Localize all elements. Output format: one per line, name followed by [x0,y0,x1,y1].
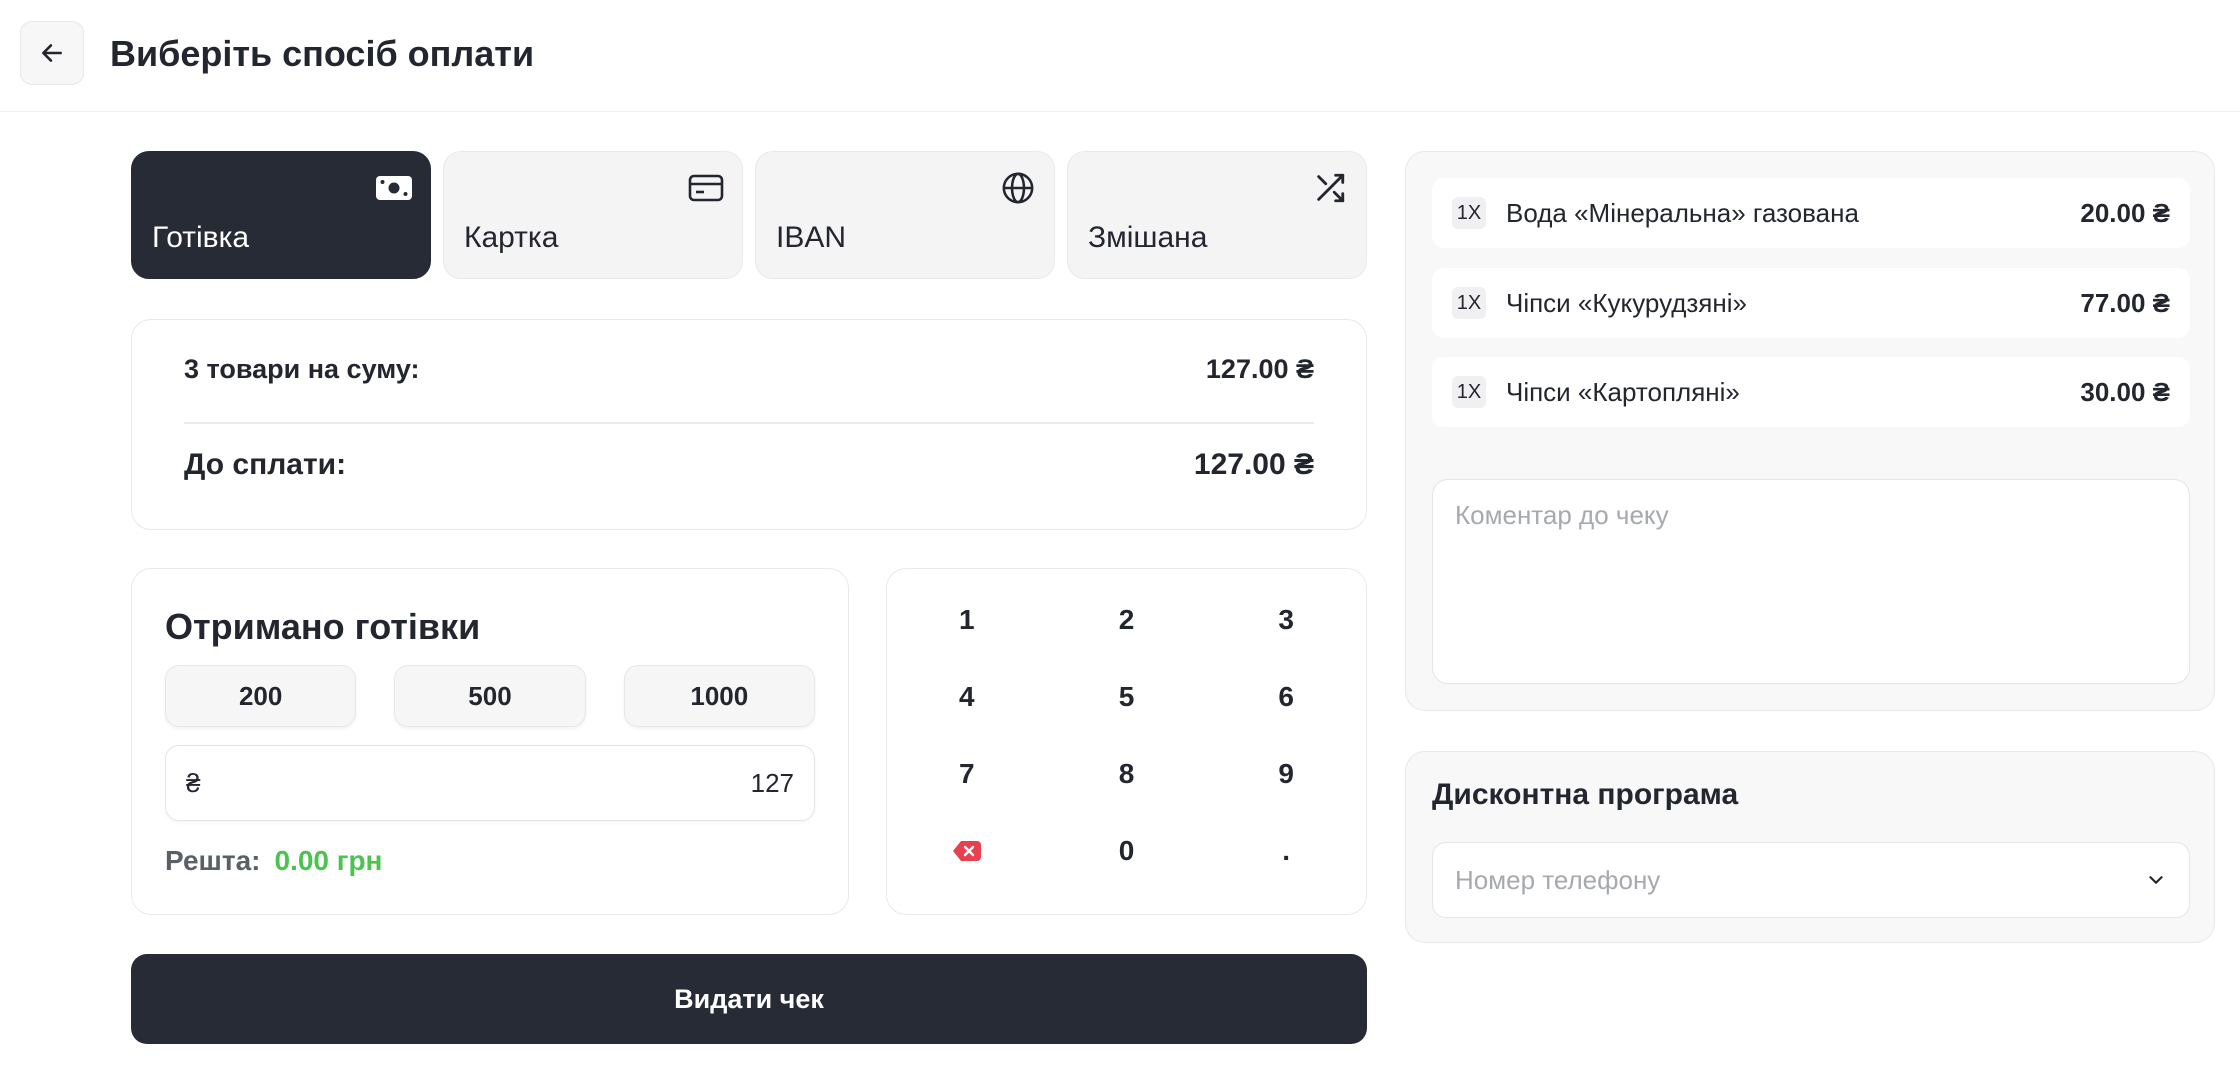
amount-due-value: 127.00 ₴ [1193,448,1314,481]
phone-number-placeholder: Номер телефону [1455,864,1661,895]
page-header: Виберіть спосіб оплати [0,0,2240,112]
quick-amount-1000-button[interactable]: 1000 [623,665,815,727]
tab-cash[interactable]: Готівка [131,151,431,279]
change-value: 0.00 грн [274,845,383,876]
item-price: 30.00 ₴ [2080,376,2170,407]
key-8[interactable]: 8 [1047,735,1207,812]
quantity-badge: 1X [1452,287,1486,319]
key-backspace[interactable] [887,812,1047,889]
key-0[interactable]: 0 [1047,812,1207,889]
summary-divider [184,422,1314,424]
tab-mixed-label: Змішана [1088,221,1208,254]
credit-card-icon [686,168,726,208]
list-item: 1X Чіпси «Кукурудзяні» 77.00 ₴ [1432,268,2190,338]
hryvnia-symbol: ₴ [186,767,201,798]
item-name: Вода «Мінеральна» газована [1506,197,1859,228]
change-label: Решта: [165,845,261,876]
cash-input-field[interactable]: ₴ [165,745,815,821]
key-7[interactable]: 7 [887,735,1047,812]
order-items-panel: 1X Вода «Мінеральна» газована 20.00 ₴ 1X… [1405,151,2215,711]
key-9[interactable]: 9 [1206,735,1366,812]
order-summary: 3 товари на суму: 127.00 ₴ До сплати: 12… [131,319,1367,530]
amount-due-label: До сплати: [184,448,347,481]
item-name: Чіпси «Картопляні» [1506,376,1740,407]
cash-amount-input[interactable] [200,767,794,799]
cash-icon [374,168,414,208]
payment-method-tabs: Готівка Картка IBAN Змішана [131,151,1367,279]
quick-amount-500-button[interactable]: 500 [394,665,586,727]
shuffle-icon [1310,168,1350,208]
cash-received-panel: Отримано готівки 200 500 1000 ₴ Решта: 0… [131,568,849,915]
backspace-icon [952,840,981,861]
tab-mixed[interactable]: Змішана [1067,151,1367,279]
tab-iban[interactable]: IBAN [755,151,1055,279]
change-row: Решта: 0.00 грн [165,845,382,877]
numeric-keypad: 1 2 3 4 5 6 7 8 9 0 . [886,568,1367,915]
tab-cash-label: Готівка [152,221,250,254]
key-4[interactable]: 4 [887,658,1047,735]
items-total-row: 3 товари на суму: 127.00 ₴ [184,354,1314,385]
quick-amounts: 200 500 1000 [165,665,815,727]
items-total-value: 127.00 ₴ [1205,354,1314,384]
quantity-badge: 1X [1452,376,1486,408]
quantity-badge: 1X [1452,197,1486,229]
tab-iban-label: IBAN [776,221,847,254]
arrow-left-icon [42,44,62,62]
chevron-down-icon [2149,876,2163,884]
back-button[interactable] [20,21,84,85]
list-item: 1X Вода «Мінеральна» газована 20.00 ₴ [1432,178,2190,248]
item-name: Чіпси «Кукурудзяні» [1506,287,1747,318]
phone-number-select[interactable]: Номер телефону [1432,842,2190,918]
items-total-label: 3 товари на суму: [184,354,420,384]
item-price: 20.00 ₴ [2080,197,2170,228]
discount-program-title: Дисконтна програма [1432,778,1739,811]
amount-due-row: До сплати: 127.00 ₴ [184,448,1314,482]
key-dot[interactable]: . [1206,812,1366,889]
key-1[interactable]: 1 [887,581,1047,658]
receipt-comment-input[interactable] [1432,479,2190,684]
discount-program-panel: Дисконтна програма Номер телефону [1405,751,2215,943]
quick-amount-200-button[interactable]: 200 [165,665,357,727]
page-title: Виберіть спосіб оплати [110,33,535,74]
tab-card[interactable]: Картка [443,151,743,279]
issue-receipt-button[interactable]: Видати чек [131,954,1367,1044]
key-6[interactable]: 6 [1206,658,1366,735]
key-5[interactable]: 5 [1047,658,1207,735]
item-price: 77.00 ₴ [2080,287,2170,318]
key-2[interactable]: 2 [1047,581,1207,658]
key-3[interactable]: 3 [1206,581,1366,658]
cash-received-title: Отримано готівки [165,606,481,647]
list-item: 1X Чіпси «Картопляні» 30.00 ₴ [1432,357,2190,427]
globe-icon [998,168,1038,208]
tab-card-label: Картка [464,221,559,254]
